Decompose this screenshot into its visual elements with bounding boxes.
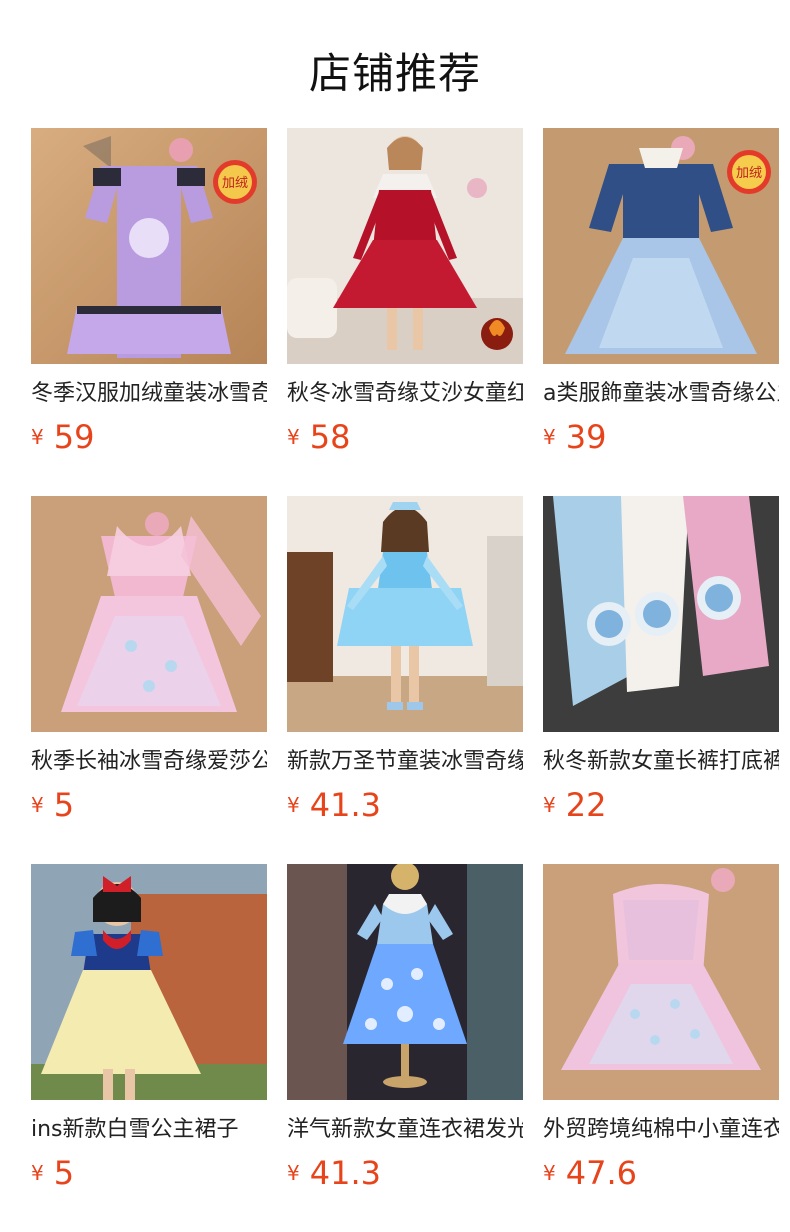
product-name[interactable]: 洋气新款女童连衣裙发光公主裙: [287, 1114, 523, 1146]
product-price: ¥47.6: [543, 1154, 637, 1194]
price-value: 39: [565, 418, 607, 456]
page-title: 店铺推荐: [308, 49, 481, 98]
product-price: ¥58: [287, 418, 350, 458]
product-card[interactable]: 洋气新款女童连衣裙发光公主裙 ¥41.3: [287, 864, 523, 1204]
product-image[interactable]: [287, 864, 523, 1100]
product-name[interactable]: 新款万圣节童装冰雪奇缘公主裙: [287, 746, 523, 778]
product-card[interactable]: 外贸跨境纯棉中小童连衣裙 ¥47.6: [543, 864, 779, 1204]
currency-symbol: ¥: [543, 793, 556, 817]
product-name[interactable]: 秋冬冰雪奇缘艾沙女童红色公主裙: [287, 378, 523, 410]
currency-symbol: ¥: [31, 425, 44, 449]
price-value: 47.6: [565, 1154, 637, 1192]
product-image[interactable]: [543, 496, 779, 732]
recommend-page: 店铺推荐 加绒 冬季汉服加绒童装冰雪奇 ¥ 59 秋冬冰雪奇缘艾沙女童红 ¥ 5…: [0, 0, 790, 1232]
product-price: ¥41.3: [287, 786, 381, 826]
svg-text:加绒: 加绒: [222, 176, 248, 191]
product-name[interactable]: 外贸跨境纯棉中小童连衣裙: [543, 1114, 779, 1146]
product-name[interactable]: ins新款白雪公主裙子: [31, 1114, 267, 1146]
product-card[interactable]: 加绒 a类服飾童装冰雪奇缘公主裙 ¥39: [543, 128, 779, 468]
price-value: 41.3: [309, 786, 381, 824]
product-card[interactable]: 秋冬冰雪奇缘艾沙女童红色公主裙 ¥58: [287, 128, 523, 468]
product-name[interactable]: a类服飾童装冰雪奇缘公主裙: [543, 378, 779, 410]
product-price: ¥5: [31, 1154, 74, 1194]
currency-symbol: ¥: [31, 1161, 44, 1185]
currency-symbol: ¥: [287, 793, 300, 817]
price-value: 41.3: [309, 1154, 381, 1192]
svg-text:加绒: 加绒: [736, 166, 762, 181]
product-image[interactable]: 加绒: [543, 128, 779, 364]
product-image[interactable]: [31, 864, 267, 1100]
product-price: ¥5: [31, 786, 74, 826]
product-price: ¥59: [31, 418, 94, 458]
product-card[interactable]: 加绒 冬季汉服加绒童装冰雪奇缘女童连衣裙 ¥59: [31, 128, 267, 468]
price-value: 5: [53, 1154, 75, 1192]
product-card[interactable]: 新款万圣节童装冰雪奇缘公主裙 ¥41.3: [287, 496, 523, 836]
product-card[interactable]: ins新款白雪公主裙子 ¥5: [31, 864, 267, 1204]
product-card[interactable]: 秋季长袖冰雪奇缘爱莎公主裙 ¥5: [31, 496, 267, 836]
price-value: 22: [565, 786, 607, 824]
product-image[interactable]: 加绒: [31, 128, 267, 364]
currency-symbol: ¥: [31, 793, 44, 817]
product-price: ¥41.3: [287, 1154, 381, 1194]
product-name[interactable]: 冬季汉服加绒童装冰雪奇缘女童连衣裙: [31, 378, 267, 410]
product-price: ¥39: [543, 418, 606, 458]
currency-symbol: ¥: [543, 425, 556, 449]
product-image[interactable]: [287, 128, 523, 364]
price-value: 5: [53, 786, 75, 824]
price-value: 58: [309, 418, 351, 456]
product-image[interactable]: [543, 864, 779, 1100]
currency-symbol: ¥: [287, 1161, 300, 1185]
product-image[interactable]: [31, 496, 267, 732]
product-name[interactable]: 秋冬新款女童长裤打底裤: [543, 746, 779, 778]
price-value: 59: [53, 418, 95, 456]
currency-symbol: ¥: [287, 425, 300, 449]
product-image[interactable]: [287, 496, 523, 732]
product-card[interactable]: 秋冬新款女童长裤打底裤 ¥22: [543, 496, 779, 836]
product-price: ¥22: [543, 786, 606, 826]
currency-symbol: ¥: [543, 1161, 556, 1185]
product-name[interactable]: 秋季长袖冰雪奇缘爱莎公主裙: [31, 746, 267, 778]
